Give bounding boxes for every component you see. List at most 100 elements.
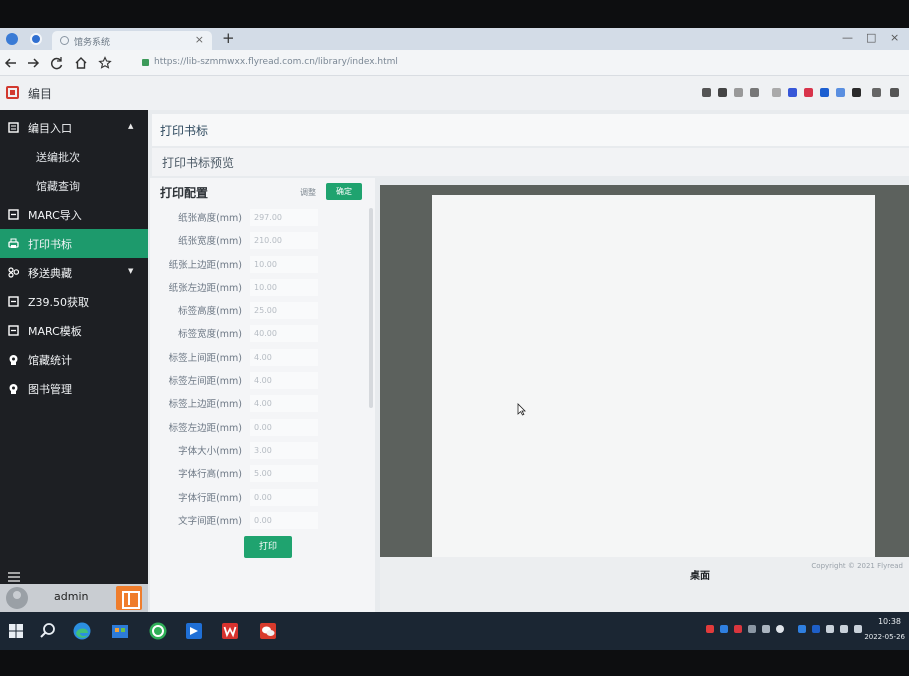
tray-app-icon[interactable] bbox=[734, 625, 742, 633]
line-height-input[interactable] bbox=[250, 465, 318, 483]
new-tab-button[interactable]: + bbox=[222, 29, 235, 47]
reload-icon[interactable] bbox=[50, 56, 64, 70]
tab-favicon-icon bbox=[60, 36, 69, 45]
extension-icon[interactable] bbox=[804, 88, 813, 97]
sidebar-item-label: MARC导入 bbox=[28, 209, 82, 222]
line-spacing-input[interactable] bbox=[250, 488, 318, 506]
confirm-button[interactable]: 确定 bbox=[326, 183, 362, 200]
browser-logo-icon[interactable] bbox=[6, 33, 18, 45]
sidebar-item-holdings-stats[interactable]: 馆藏统计 bbox=[0, 345, 148, 374]
star-icon[interactable] bbox=[98, 56, 112, 70]
config-row: 标签左边距(mm) bbox=[150, 416, 365, 439]
wps-icon[interactable] bbox=[220, 621, 240, 641]
paper-width-input[interactable] bbox=[250, 232, 318, 250]
user-avatar-icon[interactable] bbox=[6, 587, 28, 609]
security-tray-icon[interactable] bbox=[706, 625, 714, 633]
extension-icon[interactable] bbox=[836, 88, 845, 97]
search-icon[interactable] bbox=[38, 621, 58, 641]
chat-app-icon[interactable] bbox=[258, 621, 278, 641]
config-row: 标签宽度(mm) bbox=[150, 322, 365, 345]
back-icon[interactable] bbox=[4, 56, 18, 70]
download-icon[interactable] bbox=[872, 88, 881, 97]
extension-icon[interactable] bbox=[788, 88, 797, 97]
font-size-input[interactable] bbox=[250, 441, 318, 459]
label-left-spacing-input[interactable] bbox=[250, 372, 318, 390]
sidebar-item-send-batches[interactable]: 送编批次 bbox=[0, 142, 148, 171]
tray-app-icon[interactable] bbox=[720, 625, 728, 633]
browser-tab[interactable]: 馆务系统 × bbox=[52, 31, 212, 50]
sidebar-item-holdings-query[interactable]: 馆藏查询 bbox=[0, 171, 148, 200]
clock-date[interactable]: 2022-05-26 bbox=[864, 633, 905, 641]
extension-icon[interactable] bbox=[702, 88, 711, 97]
sidebar-item-catalog-entry[interactable]: 编目入口 ▲ bbox=[0, 113, 148, 142]
hamburger-icon[interactable] bbox=[8, 572, 20, 582]
extension-icon[interactable] bbox=[718, 88, 727, 97]
360-browser-icon[interactable] bbox=[148, 621, 168, 641]
home-icon[interactable] bbox=[74, 56, 88, 70]
clock-time[interactable]: 10:38 bbox=[878, 617, 901, 626]
label-top-margin-input[interactable] bbox=[250, 395, 318, 413]
stats-icon bbox=[9, 355, 18, 365]
store-icon[interactable] bbox=[110, 621, 130, 641]
extension-icon[interactable] bbox=[734, 88, 743, 97]
sidebar-item-marc-import[interactable]: MARC导入 bbox=[0, 200, 148, 229]
menu-icon[interactable] bbox=[890, 88, 899, 97]
tray-app-icon[interactable] bbox=[776, 625, 784, 633]
user-bar[interactable]: admin bbox=[0, 584, 148, 612]
forward-icon[interactable] bbox=[26, 56, 40, 70]
network-icon[interactable] bbox=[826, 625, 834, 633]
windows-start-icon[interactable] bbox=[6, 621, 26, 641]
paper-left-margin-input[interactable] bbox=[250, 278, 318, 296]
close-window-button[interactable]: × bbox=[890, 31, 899, 44]
field-label: 字体大小(mm) bbox=[178, 445, 242, 457]
paper-top-margin-input[interactable] bbox=[250, 255, 318, 273]
address-url[interactable]: https://lib-szmmwxx.flyread.com.cn/libra… bbox=[154, 57, 398, 67]
maximize-button[interactable]: □ bbox=[866, 31, 876, 44]
page-title-bar: 打印书标预览 bbox=[152, 148, 909, 176]
blue-app-icon[interactable] bbox=[184, 621, 204, 641]
profile-icon[interactable] bbox=[30, 33, 42, 45]
minimize-button[interactable]: — bbox=[842, 31, 853, 44]
edge-icon[interactable] bbox=[72, 621, 92, 641]
sidebar-item-transfer-holdings[interactable]: 移送典藏 ▼ bbox=[0, 258, 148, 287]
label-top-spacing-input[interactable] bbox=[250, 348, 318, 366]
extension-icon[interactable] bbox=[820, 88, 829, 97]
tray-app-icon[interactable] bbox=[748, 625, 756, 633]
print-config-panel: 打印配置 调整 确定 纸张高度(mm) 纸张宽度(mm) 纸张上边距(mm) 纸… bbox=[150, 178, 375, 612]
sidebar-item-book-management[interactable]: 图书管理 bbox=[0, 374, 148, 403]
address-bar[interactable]: https://lib-szmmwxx.flyread.com.cn/libra… bbox=[140, 54, 700, 72]
app-title: 编目 bbox=[28, 87, 53, 101]
tray-app-icon[interactable] bbox=[798, 625, 806, 633]
app-launcher-icon[interactable] bbox=[116, 586, 142, 610]
sidebar-item-label: 图书管理 bbox=[28, 383, 72, 396]
sidebar-item-print-labels[interactable]: 打印书标 bbox=[0, 229, 148, 258]
extension-icon[interactable] bbox=[772, 88, 781, 97]
config-scrollbar[interactable] bbox=[369, 208, 373, 408]
desktop-label[interactable]: 桌面 bbox=[690, 567, 710, 582]
adjust-button[interactable]: 调整 bbox=[300, 187, 316, 198]
field-label: 标签宽度(mm) bbox=[178, 329, 242, 341]
label-width-input[interactable] bbox=[250, 325, 318, 343]
letter-spacing-input[interactable] bbox=[250, 511, 318, 529]
config-title: 打印配置 bbox=[160, 186, 209, 200]
field-label: 纸张上边距(mm) bbox=[168, 259, 242, 271]
breadcrumb-current[interactable]: 打印书标 bbox=[160, 122, 208, 139]
field-label: 字体行高(mm) bbox=[178, 469, 242, 481]
tray-app-icon[interactable] bbox=[812, 625, 820, 633]
label-left-margin-input[interactable] bbox=[250, 418, 318, 436]
volume-icon[interactable] bbox=[840, 625, 848, 633]
label-height-input[interactable] bbox=[250, 302, 318, 320]
print-button[interactable]: 打印 bbox=[244, 536, 292, 558]
tab-close-button[interactable]: × bbox=[195, 33, 204, 46]
tray-app-icon[interactable] bbox=[762, 625, 770, 633]
config-row: 字体行高(mm) bbox=[150, 462, 365, 485]
paper-height-input[interactable] bbox=[250, 209, 318, 226]
chevron-down-icon[interactable] bbox=[750, 88, 759, 97]
config-row: 字体行距(mm) bbox=[150, 486, 365, 509]
sidebar-item-marc-template[interactable]: MARC模板 bbox=[0, 316, 148, 345]
apps-grid-icon[interactable] bbox=[852, 88, 861, 97]
sidebar-item-z3950-fetch[interactable]: Z39.50获取 bbox=[0, 287, 148, 316]
input-method-icon[interactable] bbox=[854, 625, 862, 633]
sidebar-item-label: 送编批次 bbox=[36, 151, 80, 164]
field-label: 标签上边距(mm) bbox=[168, 399, 242, 411]
